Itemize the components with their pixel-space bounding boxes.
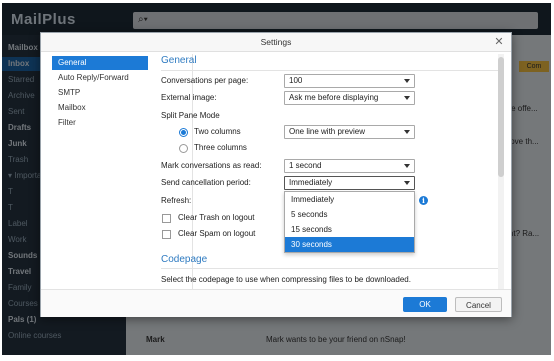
mark-read-select[interactable]: 1 second	[284, 159, 415, 173]
external-image-select[interactable]: Ask me before displaying	[284, 91, 415, 105]
section-title-general: General	[161, 55, 197, 66]
send-cancel-value: Immediately	[289, 178, 333, 187]
settings-pane: General Conversations per page: 100 Exte…	[161, 54, 501, 289]
mark-read-value: 1 second	[289, 161, 322, 170]
preview-mode-value: One line with preview	[289, 127, 366, 136]
three-columns-label: Three columns	[194, 143, 247, 152]
send-cancel-dropdown: Immediately 5 seconds 15 seconds 30 seco…	[284, 191, 415, 253]
scrollbar[interactable]	[498, 54, 504, 289]
codepage-description: Select the codepage to use when compress…	[161, 275, 411, 284]
clear-trash-label: Clear Trash on logout	[178, 213, 255, 222]
clear-trash-checkbox[interactable]	[162, 214, 171, 223]
divider	[161, 70, 501, 71]
chevron-down-icon	[404, 164, 410, 168]
radio-three-columns[interactable]	[179, 144, 188, 153]
radio-two-columns[interactable]	[179, 128, 188, 137]
two-columns-label: Two columns	[194, 127, 241, 136]
clear-spam-checkbox[interactable]	[162, 230, 171, 239]
split-pane-label: Split Pane Mode	[161, 111, 220, 120]
info-icon[interactable]: i	[419, 196, 428, 205]
settings-dialog: Settings ✕ General Auto Reply/Forward SM…	[40, 32, 512, 317]
conv-per-page-label: Conversations per page:	[161, 76, 249, 85]
dropdown-option[interactable]: Immediately	[285, 192, 414, 207]
dialog-title: Settings	[41, 33, 511, 52]
dropdown-option[interactable]: 15 seconds	[285, 222, 414, 237]
mark-read-label: Mark conversations as read:	[161, 161, 262, 170]
dropdown-option[interactable]: 5 seconds	[285, 207, 414, 222]
dropdown-option-selected[interactable]: 30 seconds	[285, 237, 414, 252]
clear-spam-label: Clear Spam on logout	[178, 229, 256, 238]
preview-mode-select[interactable]: One line with preview	[284, 125, 415, 139]
dialog-footer: OK Cancel	[41, 289, 511, 317]
scrollbar-thumb[interactable]	[498, 57, 504, 177]
send-cancel-select[interactable]: Immediately	[284, 176, 415, 190]
conv-per-page-select[interactable]: 100	[284, 74, 415, 88]
send-cancel-label: Send cancellation period:	[161, 178, 251, 187]
external-image-value: Ask me before displaying	[289, 93, 379, 102]
divider	[161, 268, 501, 269]
close-icon[interactable]: ✕	[493, 36, 505, 48]
chevron-down-icon	[404, 181, 410, 185]
refresh-label: Refresh:	[161, 196, 192, 205]
cancel-button[interactable]: Cancel	[455, 297, 502, 312]
nav-item-auto-reply[interactable]: Auto Reply/Forward	[52, 71, 148, 85]
external-image-label: External image:	[161, 93, 217, 102]
section-title-codepage: Codepage	[161, 254, 208, 265]
chevron-down-icon	[404, 96, 410, 100]
conv-per-page-value: 100	[289, 76, 303, 85]
nav-item-smtp[interactable]: SMTP	[52, 86, 148, 100]
ok-button[interactable]: OK	[403, 297, 447, 312]
nav-item-general[interactable]: General	[52, 56, 148, 70]
chevron-down-icon	[404, 130, 410, 134]
chevron-down-icon	[404, 79, 410, 83]
nav-item-mailbox[interactable]: Mailbox	[52, 101, 148, 115]
nav-item-filter[interactable]: Filter	[52, 116, 148, 130]
